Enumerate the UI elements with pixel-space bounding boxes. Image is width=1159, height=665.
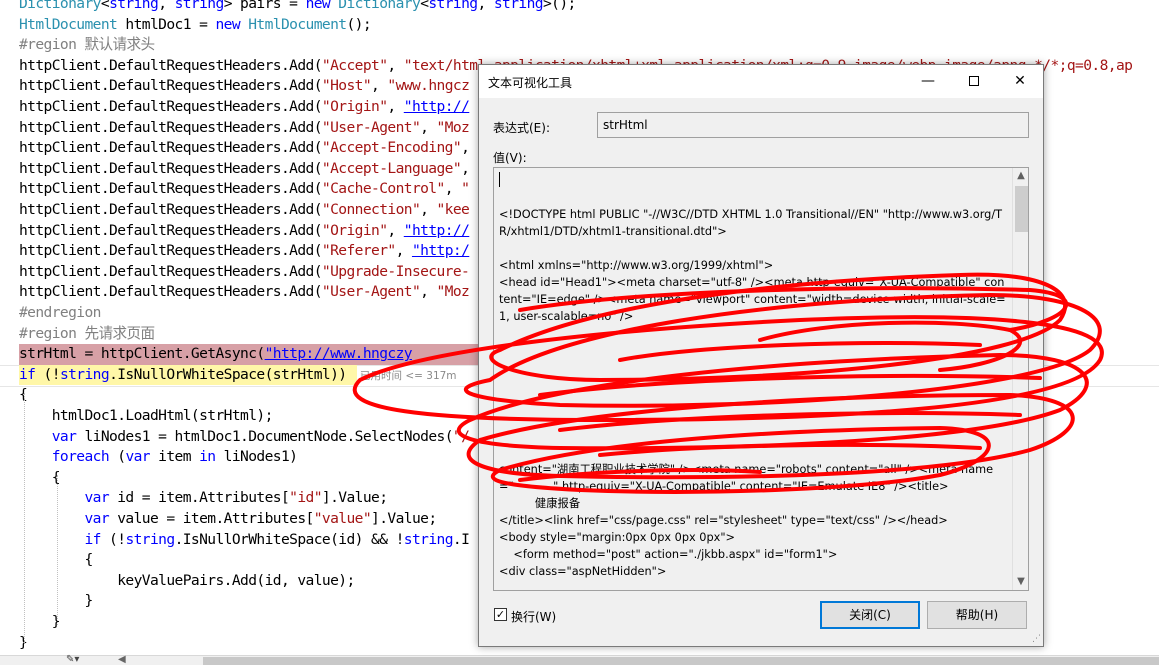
code-line: #region 默认请求头 bbox=[19, 36, 155, 54]
scroll-down-icon[interactable]: ▼ bbox=[1013, 574, 1028, 590]
code-line: strHtml = httpClient.GetAsync("http://ww… bbox=[19, 344, 479, 365]
help-button[interactable]: 帮助(H) bbox=[927, 601, 1027, 629]
status-bar: ✎▾ ◀ bbox=[0, 654, 1159, 665]
code-line: foreach (var item in liNodes1) bbox=[19, 448, 298, 466]
code-line: { bbox=[19, 551, 93, 569]
wrap-checkbox[interactable]: ✓ bbox=[494, 608, 507, 621]
code-line: { bbox=[19, 468, 61, 486]
code-line: httpClient.DefaultRequestHeaders.Add("Co… bbox=[19, 201, 470, 218]
code-line: #endregion bbox=[19, 304, 101, 321]
code-line: httpClient.DefaultRequestHeaders.Add("Re… bbox=[19, 242, 470, 260]
code-line: } bbox=[19, 613, 61, 630]
code-line: httpClient.DefaultRequestHeaders.Add("Ho… bbox=[19, 77, 470, 95]
wrap-label[interactable]: 换行(W) bbox=[511, 608, 556, 625]
resize-grip-icon[interactable]: ⋰ bbox=[1032, 634, 1041, 644]
scroll-thumb[interactable] bbox=[1015, 186, 1028, 232]
minimize-button[interactable]: — bbox=[905, 65, 951, 98]
title-bar[interactable]: 文本可视化工具 — ✕ bbox=[479, 65, 1043, 98]
code-line: keyValuePairs.Add(id, value); bbox=[19, 571, 355, 589]
close-icon[interactable]: ✕ bbox=[997, 65, 1043, 98]
expression-label: 表达式(E): bbox=[493, 121, 550, 135]
code-line: if (!string.IsNullOrWhiteSpace(id) && !s… bbox=[19, 530, 470, 548]
code-line: HtmlDocument htmlDoc1 = new HtmlDocument… bbox=[19, 15, 372, 33]
code-line: httpClient.DefaultRequestHeaders.Add("Ca… bbox=[19, 180, 470, 198]
code-line: htmlDoc1.LoadHtml(strHtml); bbox=[19, 407, 274, 424]
indent-guide bbox=[57, 475, 58, 625]
code-line: httpClient.DefaultRequestHeaders.Add("Ac… bbox=[19, 139, 470, 157]
code-line: httpClient.DefaultRequestHeaders.Add("Ac… bbox=[19, 159, 470, 177]
maximize-icon bbox=[969, 76, 979, 86]
close-button[interactable]: 关闭(C) bbox=[820, 601, 920, 629]
tool-icon[interactable]: ✎▾ bbox=[66, 654, 79, 665]
dialog-title: 文本可视化工具 bbox=[488, 76, 573, 90]
code-line: } bbox=[19, 592, 93, 610]
indent-guide bbox=[24, 393, 25, 643]
text-caret bbox=[499, 172, 500, 187]
vertical-scrollbar[interactable]: ▲ ▼ bbox=[1012, 168, 1028, 590]
horizontal-scrollbar[interactable] bbox=[203, 657, 1159, 665]
code-line: if (!string.IsNullOrWhiteSpace(strHtml)) bbox=[19, 364, 357, 386]
value-textarea[interactable]: <!DOCTYPE html PUBLIC "-//W3C//DTD XHTML… bbox=[493, 167, 1029, 591]
code-line: httpClient.DefaultRequestHeaders.Add("Or… bbox=[19, 221, 470, 239]
code-line: Dictionary<string, string> pairs = new D… bbox=[19, 0, 576, 12]
perf-tip[interactable]: 已用时间 <= 317m bbox=[360, 369, 457, 384]
scroll-up-icon[interactable]: ▲ bbox=[1013, 168, 1028, 184]
scroll-left-icon[interactable]: ◀ bbox=[118, 654, 126, 665]
value-text[interactable]: <!DOCTYPE html PUBLIC "-//W3C//DTD XHTML… bbox=[499, 172, 1007, 580]
value-label: 值(V): bbox=[493, 151, 527, 165]
code-line: var liNodes1 = htmlDoc1.DocumentNode.Sel… bbox=[19, 427, 470, 445]
text-visualizer-dialog: 文本可视化工具 — ✕ 表达式(E): strHtml 值(V): <!DOCT… bbox=[478, 64, 1044, 647]
code-line: var value = item.Attributes["value"].Val… bbox=[19, 510, 437, 527]
expression-field[interactable]: strHtml bbox=[597, 112, 1029, 138]
code-line: var id = item.Attributes["id"].Value; bbox=[19, 489, 388, 507]
code-line: httpClient.DefaultRequestHeaders.Add("Or… bbox=[19, 98, 470, 115]
code-line: #region 先请求页面 bbox=[19, 324, 155, 342]
maximize-button[interactable] bbox=[951, 65, 997, 98]
code-line: httpClient.DefaultRequestHeaders.Add("Up… bbox=[19, 262, 470, 280]
